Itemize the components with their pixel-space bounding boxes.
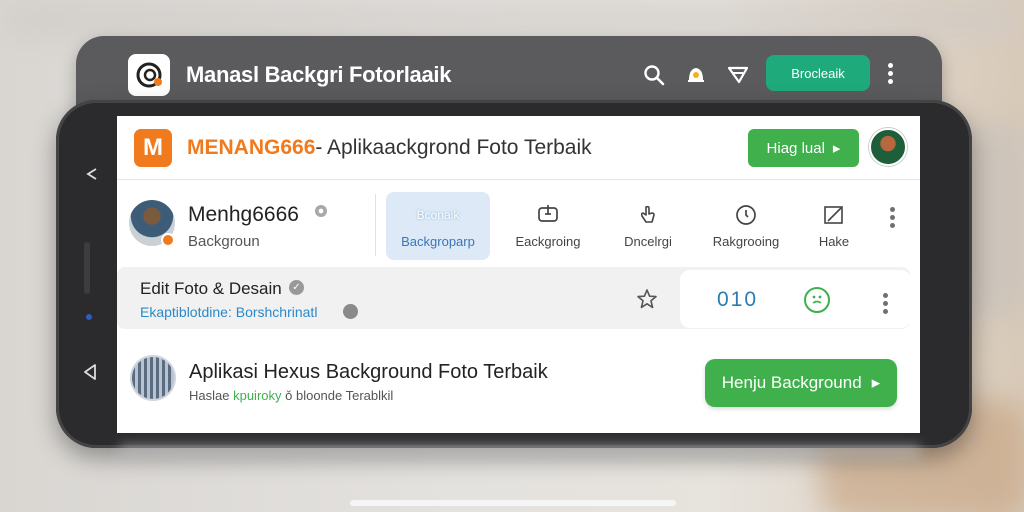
profile-more-icon[interactable] — [888, 204, 896, 231]
tab-label: Backgroparp — [401, 233, 475, 249]
profile-badge-icon — [161, 233, 175, 247]
edit-title: Edit Foto & Desain — [140, 279, 282, 298]
divider — [375, 194, 376, 256]
back-icon[interactable] — [80, 362, 100, 382]
count-card — [680, 270, 911, 328]
app-title: Manasl Backgri Fotorlaaik — [186, 62, 452, 87]
star-icon[interactable] — [636, 288, 658, 310]
bell-icon[interactable] — [682, 61, 710, 89]
listing-title: Aplikasi Hexus Background Foto Terbaik — [189, 361, 548, 383]
app-header: M MENANG666- Aplikaackgrond Foto Terbaik… — [117, 116, 920, 180]
more-menu-icon[interactable] — [884, 60, 896, 90]
crop-icon — [534, 204, 562, 226]
tab-crop[interactable]: Eackgroing — [496, 192, 600, 260]
volume-button — [84, 242, 90, 294]
listing-sub-prefix: Haslae — [189, 388, 230, 403]
brand-title: MENANG666- Aplikaackgrond Foto Terbaik — [187, 136, 592, 160]
info-icon[interactable]: ✓ — [289, 280, 304, 295]
tab-touch[interactable]: Dncelrgi — [596, 192, 700, 260]
hand-icon — [637, 204, 659, 226]
home-indicator[interactable] — [350, 500, 676, 506]
indicator-light — [86, 314, 92, 320]
edit-icon — [822, 204, 846, 226]
tab-edit[interactable]: Hake — [782, 192, 886, 260]
share-icon[interactable] — [82, 164, 102, 184]
profile-name: Menhg6666 — [188, 203, 299, 226]
gear-icon[interactable] — [313, 203, 329, 219]
listing-sub-highlight: kpuiroky — [233, 388, 282, 403]
smile-icon[interactable] — [804, 287, 830, 313]
settings-icon[interactable] — [343, 304, 358, 319]
app-logo-icon[interactable] — [128, 54, 170, 96]
count-value: 010 — [717, 288, 759, 311]
profile-subtitle: Backgroun — [188, 233, 260, 250]
brand-rest: - Aplikaackgrond Foto Terbaik — [315, 136, 592, 159]
tab-label: Hake — [818, 233, 850, 249]
user-avatar[interactable] — [869, 128, 907, 166]
header-button-label: Hiag lual — [766, 139, 825, 157]
edit-link[interactable]: Ekaptiblotdine: Borshchrinatl — [140, 304, 317, 320]
tab-label: Rakgrooing — [712, 233, 780, 249]
app-thumbnail[interactable] — [130, 355, 176, 401]
listing-subtitle: Haslae kpuiroky ǒ bloonde Terablkil — [189, 388, 393, 403]
chevron-right-icon: ▸ — [871, 373, 881, 392]
listing-action-button[interactable]: Henju Background ▸ — [705, 359, 897, 407]
filter-icon[interactable] — [724, 61, 752, 89]
brand-logo[interactable]: M — [134, 129, 172, 167]
background-blur — [0, 0, 1024, 40]
search-icon[interactable] — [640, 61, 668, 89]
listing-sub-rest: ǒ bloonde Terablkil — [285, 388, 394, 403]
tab-background[interactable]: Bconaik Backgroparp — [386, 192, 490, 260]
edit-more-icon[interactable] — [881, 290, 889, 317]
tab-label: Dncelrgi — [624, 233, 672, 249]
phone-shadow — [120, 445, 920, 459]
tab-label: Eackgroing — [515, 233, 581, 249]
brand-accent: MENANG666 — [187, 136, 316, 159]
tab-background-icon: Bconaik — [416, 207, 460, 222]
chevron-right-icon: ▸ — [832, 140, 841, 157]
top-action-button[interactable]: Brocleaik — [766, 55, 870, 91]
clock-icon — [734, 204, 758, 226]
header-action-button[interactable]: Hiag lual ▸ — [748, 129, 859, 167]
listing-button-label: Henju Background — [721, 373, 862, 392]
